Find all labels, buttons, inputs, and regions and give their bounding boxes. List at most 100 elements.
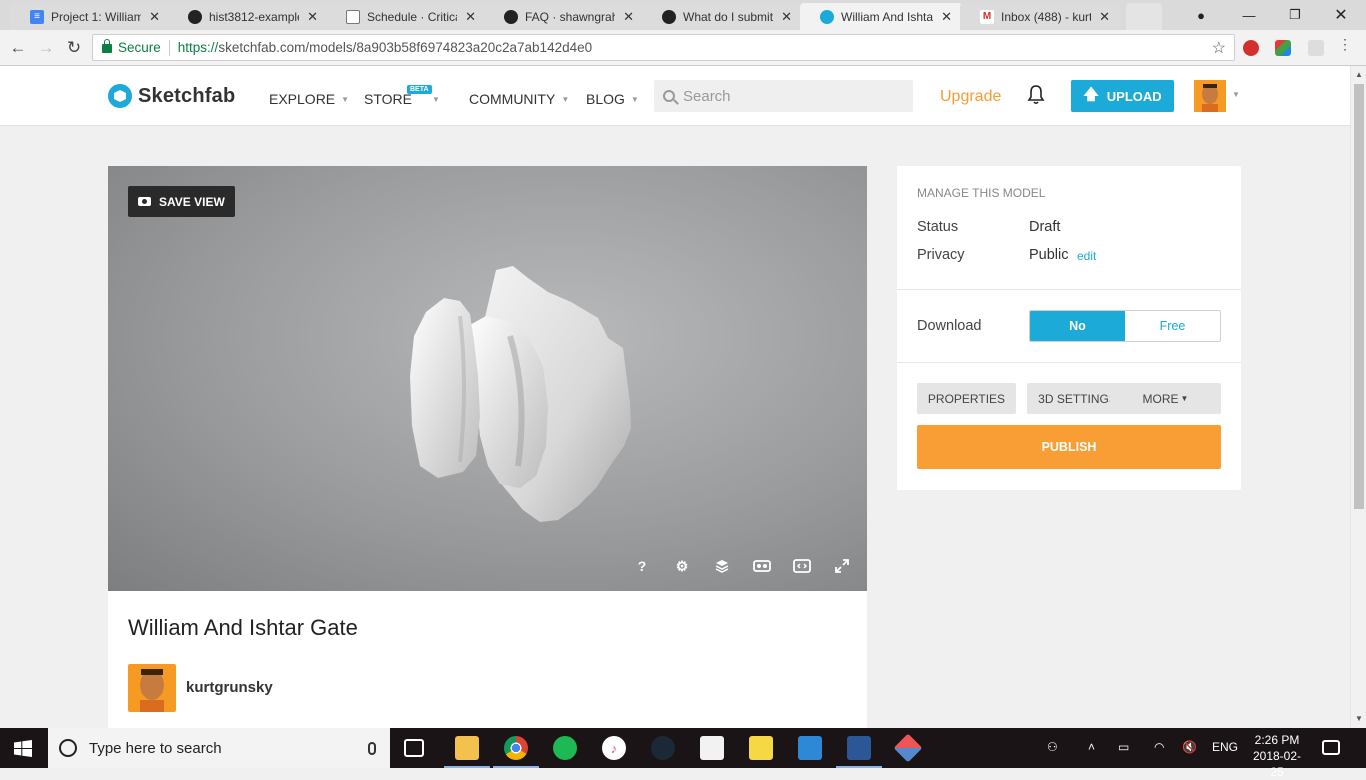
menu-dots-icon[interactable]: ⋮ [1338, 36, 1352, 52]
upgrade-link[interactable]: Upgrade [940, 88, 1001, 106]
wifi-icon[interactable]: ◠ [1154, 740, 1164, 754]
layers-icon[interactable] [712, 556, 732, 576]
profile-icon[interactable]: ● [1178, 0, 1224, 30]
forward-arrow-icon[interactable]: → [34, 36, 58, 60]
sticky-notes-icon[interactable] [749, 736, 773, 760]
lock-icon [102, 39, 112, 53]
back-arrow-icon[interactable]: ← [6, 36, 30, 60]
browser-tab-bar: ≡ Project 1: William ✕ hist3812-example … [0, 0, 1366, 30]
more-button[interactable]: MORE ▼ [1110, 383, 1221, 414]
publish-button[interactable]: PUBLISH [917, 425, 1221, 469]
file-explorer-icon[interactable] [455, 736, 479, 760]
privacy-value: Public [1029, 247, 1069, 263]
word-document-icon[interactable] [847, 736, 871, 760]
author-avatar[interactable] [128, 664, 176, 712]
caret-down-icon: ▼ [431, 94, 440, 104]
chrome-icon[interactable] [504, 736, 528, 760]
upload-button[interactable]: 🡅 UPLOAD [1071, 80, 1174, 112]
people-icon[interactable]: ⚇ [1047, 740, 1058, 754]
volume-muted-icon[interactable]: 🔇 [1182, 740, 1197, 754]
download-label: Download [917, 318, 982, 334]
new-tab-button[interactable] [1126, 3, 1162, 30]
scroll-thumb[interactable] [1354, 84, 1364, 509]
bookmark-star-icon[interactable]: ☆ [1212, 38, 1226, 58]
tab-faq[interactable]: FAQ · shawngraha ✕ [484, 3, 644, 30]
close-tab-icon[interactable]: ✕ [149, 9, 160, 25]
spotify-icon[interactable] [553, 736, 577, 760]
close-tab-icon[interactable]: ✕ [465, 9, 476, 25]
clock[interactable]: 2:26 PM 2018-02-25 [1247, 732, 1307, 780]
privacy-edit-link[interactable]: edit [1077, 249, 1096, 263]
search-input[interactable] [683, 87, 903, 105]
download-no-option[interactable]: No [1030, 311, 1125, 341]
properties-button[interactable]: PROPERTIES [917, 383, 1016, 414]
scroll-down-icon[interactable]: ▼ [1355, 714, 1363, 723]
microphone-icon[interactable] [368, 741, 376, 755]
tab-project-1[interactable]: ≡ Project 1: William ✕ [10, 3, 170, 30]
battery-icon[interactable]: ▭ [1118, 740, 1129, 754]
page-scrollbar[interactable]: ▲ ▼ [1350, 66, 1366, 728]
scroll-up-icon[interactable]: ▲ [1355, 70, 1363, 79]
extension-red-icon[interactable] [1243, 40, 1259, 56]
windows-start-icon[interactable] [14, 740, 32, 757]
embed-icon[interactable] [792, 556, 812, 576]
document-icon[interactable] [700, 736, 724, 760]
gmail-icon: M [980, 9, 994, 24]
sketchfab-logo-icon [108, 84, 132, 108]
model-render [410, 266, 631, 522]
model-info-card: William And Ishtar Gate kurtgrunsky [108, 591, 867, 728]
user-avatar[interactable] [1194, 80, 1226, 112]
itunes-icon[interactable]: ♪ [602, 736, 626, 760]
minimize-icon[interactable]: — [1226, 0, 1272, 30]
page-icon [346, 9, 360, 24]
fullscreen-icon[interactable] [832, 556, 852, 576]
caret-down-icon: ▼ [1180, 394, 1189, 403]
vr-headset-icon[interactable] [752, 556, 772, 576]
save-view-button[interactable]: SAVE VIEW [128, 186, 235, 217]
model-viewer[interactable]: SAVE VIEW ? ⚙ [108, 166, 867, 591]
action-center-icon[interactable] [1322, 740, 1340, 755]
taskbar-search-box[interactable]: Type here to search [48, 728, 390, 768]
nav-community[interactable]: COMMUNITY ▼ [469, 91, 569, 107]
download-toggle[interactable]: No Free [1029, 310, 1221, 342]
tray-chevron-icon[interactable]: ˄ [1088, 740, 1095, 754]
3d-app-icon[interactable] [893, 733, 923, 763]
tab-william-and-ishtar[interactable]: William And Ishtar ✕ [800, 3, 962, 30]
help-icon[interactable]: ? [632, 556, 652, 576]
tab-inbox[interactable]: M Inbox (488) - kurt ✕ [960, 3, 1120, 30]
control-panel-icon[interactable] [798, 736, 822, 760]
nav-blog[interactable]: BLOG ▼ [586, 91, 639, 107]
close-window-icon[interactable]: ✕ [1318, 0, 1364, 30]
manage-model-panel: MANAGE THIS MODEL Status Draft Privacy P… [897, 166, 1241, 490]
author-name-link[interactable]: kurtgrunsky [186, 679, 273, 696]
settings-gear-icon[interactable]: ⚙ [672, 556, 692, 576]
language-indicator[interactable]: ENG [1212, 740, 1238, 754]
notification-bell-icon[interactable] [1027, 85, 1045, 105]
close-tab-icon[interactable]: ✕ [1099, 9, 1110, 25]
steam-icon[interactable] [651, 736, 675, 760]
download-free-option[interactable]: Free [1125, 311, 1220, 341]
cast-icon[interactable] [1308, 40, 1324, 56]
close-tab-icon[interactable]: ✕ [623, 9, 634, 25]
github-icon [662, 9, 676, 24]
task-view-icon[interactable] [404, 739, 424, 757]
close-tab-icon[interactable]: ✕ [307, 9, 318, 25]
close-tab-icon[interactable]: ✕ [941, 9, 952, 25]
tab-what-do-i-submit[interactable]: What do I submit ✕ [642, 3, 802, 30]
tab-schedule[interactable]: Schedule · Critical ✕ [326, 3, 486, 30]
search-box[interactable] [654, 80, 913, 112]
divider [897, 362, 1241, 363]
close-tab-icon[interactable]: ✕ [781, 9, 792, 25]
extension-color-icon[interactable] [1275, 40, 1291, 56]
panel-heading: MANAGE THIS MODEL [917, 186, 1046, 200]
sketchfab-logo[interactable]: Sketchfab [108, 84, 235, 108]
tab-hist3812[interactable]: hist3812-example ✕ [168, 3, 328, 30]
privacy-label: Privacy [917, 247, 965, 263]
caret-down-icon[interactable]: ▼ [1232, 90, 1240, 99]
reload-icon[interactable]: ↻ [62, 36, 86, 60]
model-title: William And Ishtar Gate [128, 615, 358, 640]
nav-explore[interactable]: EXPLORE ▼ [269, 91, 349, 107]
beta-badge: BETA [407, 85, 432, 94]
restore-icon[interactable]: ❐ [1272, 0, 1318, 30]
url-bar[interactable]: Secure https:// sketchfab.com/models/8a9… [92, 34, 1235, 61]
